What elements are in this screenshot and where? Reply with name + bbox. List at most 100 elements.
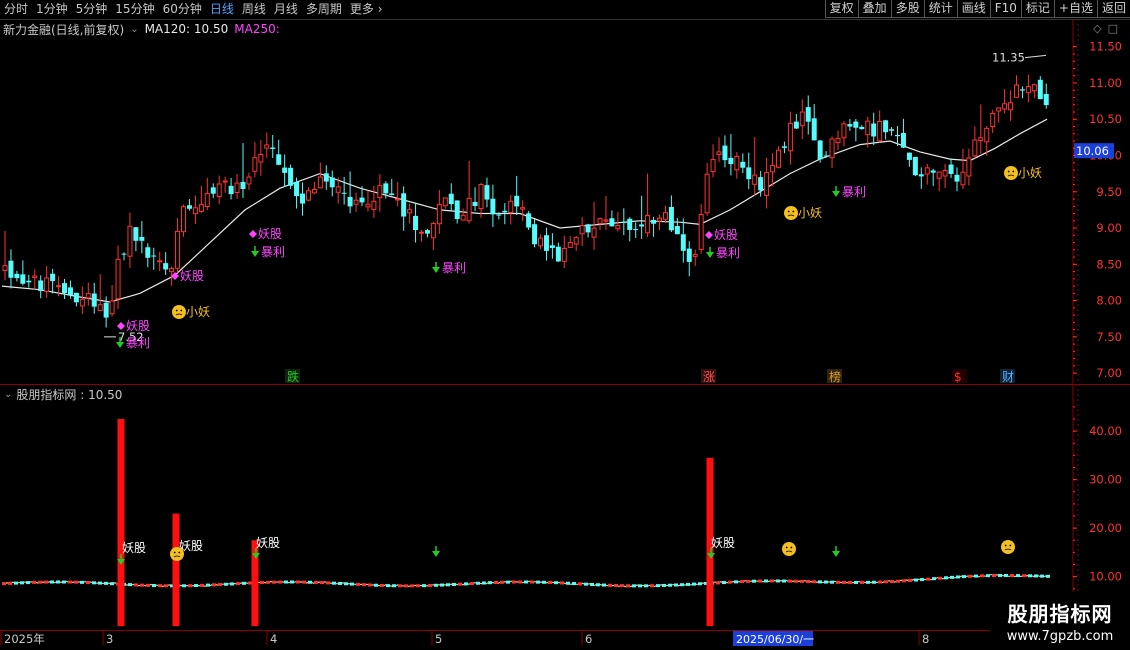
chevron-down-icon[interactable]: ⌄ — [0, 389, 16, 400]
candle-body — [97, 304, 103, 312]
toolbar-button[interactable]: +自选 — [1053, 0, 1097, 18]
period-tab[interactable]: 5分钟 — [72, 0, 112, 19]
baoli-label: 暴利 — [716, 246, 740, 260]
indicator-tick — [1010, 573, 1014, 577]
period-tab[interactable]: 多周期 — [302, 0, 346, 19]
candle-body — [847, 124, 853, 127]
smiley-eye — [790, 546, 793, 549]
price-tick-label: 7.00 — [1096, 366, 1122, 380]
indicator-tick — [410, 584, 414, 588]
candle-body — [877, 121, 883, 142]
indicator-tick — [650, 584, 654, 588]
candle-body — [163, 263, 169, 270]
candle-body — [85, 293, 91, 299]
candle-body — [972, 139, 978, 157]
toolbar-button[interactable]: 多股 — [890, 0, 924, 18]
period-tab[interactable]: 更多 › — [346, 0, 387, 19]
indicator-tick — [674, 583, 678, 587]
candle-body — [228, 185, 234, 195]
indicator-tick — [74, 580, 78, 584]
period-tab[interactable]: 分时 — [0, 0, 32, 19]
toolbar-button[interactable]: 叠加 — [857, 0, 891, 18]
smiley-eye — [178, 551, 181, 554]
chevron-down-icon[interactable]: ⌄ — [124, 24, 144, 35]
symbol-title[interactable]: 新力金融(日线,前复权) — [0, 21, 124, 38]
price-tick-label: 10.50 — [1089, 112, 1122, 126]
indicator-tick — [158, 584, 162, 588]
candle-body — [252, 157, 258, 172]
indicator-tick — [926, 577, 930, 581]
candle-body — [181, 206, 186, 233]
period-tab[interactable]: 1分钟 — [32, 0, 72, 19]
baoli-label: 暴利 — [842, 185, 866, 199]
indicator-tick — [668, 583, 672, 587]
candle-body — [805, 107, 811, 122]
candle-body — [62, 283, 67, 294]
candle-body — [633, 229, 639, 231]
toolbar-button[interactable]: 统计 — [923, 0, 957, 18]
indicator-info-bar: ⌄ 股朋指标网 : 10.50 — [0, 386, 122, 402]
candle-body — [67, 287, 73, 295]
candle-body — [912, 156, 918, 176]
candle-body — [371, 200, 377, 210]
indicator-tick — [620, 584, 624, 588]
indicator-tick — [32, 580, 36, 584]
candle-body — [133, 227, 139, 241]
indicator-tick — [782, 579, 786, 583]
smiley-eye — [1004, 544, 1007, 547]
indicator-tick — [944, 576, 948, 580]
period-tab[interactable]: 周线 — [238, 0, 270, 19]
toolbar-button[interactable]: 画线 — [956, 0, 990, 18]
ind-tick-label: 10.00 — [1089, 570, 1122, 584]
candle-body — [603, 219, 609, 222]
smiley-eye — [173, 551, 176, 554]
indicator-tick — [884, 580, 888, 584]
yaogu-label: 妖股 — [714, 228, 738, 242]
indicator-spike-bar — [172, 513, 180, 627]
candle-body — [26, 280, 32, 283]
period-tab[interactable]: 月线 — [270, 0, 302, 19]
candle-body — [984, 127, 990, 143]
candle-body — [1037, 79, 1043, 100]
period-tab[interactable]: 60分钟 — [159, 0, 206, 19]
indicator-tick — [362, 583, 366, 587]
toolbar-button[interactable]: F10 — [989, 0, 1021, 18]
indicator-tick — [164, 584, 168, 588]
candle-body — [329, 177, 335, 188]
indicator-tick — [866, 580, 870, 584]
candle-body — [91, 293, 97, 307]
toolbar-button[interactable]: 返回 — [1096, 0, 1130, 18]
indicator-tick — [290, 580, 294, 584]
down-arrow-icon — [251, 251, 259, 257]
indicator-tick — [698, 582, 702, 586]
date-label: 2025年 — [4, 632, 45, 646]
indicator-tick — [758, 579, 762, 583]
period-tab[interactable]: 日线 — [206, 0, 238, 19]
indicator-tick — [1016, 574, 1020, 578]
indicator-name[interactable]: 股朋指标网 : 10.50 — [16, 386, 122, 403]
toolbar-button[interactable]: 复权 — [824, 0, 858, 18]
candle-body — [502, 210, 508, 213]
candle-body — [639, 224, 645, 227]
candle-body — [73, 292, 79, 303]
candle-body — [472, 201, 478, 206]
period-tab[interactable]: 15分钟 — [111, 0, 158, 19]
indicator-spike-bar — [117, 418, 125, 627]
chart-canvas[interactable]: 妖股妖股妖股妖股 11.5011.0010.5010.009.509.008.5… — [0, 0, 1130, 650]
candle-body — [240, 181, 246, 189]
candle-body — [56, 285, 62, 288]
indicator-tick — [506, 580, 510, 584]
indicator-tick — [608, 583, 612, 587]
candle-body — [395, 198, 401, 201]
candle-body — [38, 280, 44, 291]
indicator-tick — [464, 582, 468, 586]
indicator-tick — [26, 581, 30, 585]
toolbar-button[interactable]: 标记 — [1020, 0, 1054, 18]
candle-body — [419, 231, 424, 234]
indicator-tick — [1022, 574, 1026, 578]
panel-corner-icons[interactable]: ◇□ — [1093, 22, 1124, 35]
indicator-tick — [212, 583, 216, 587]
date-label: 3 — [106, 632, 113, 646]
candle-body — [145, 247, 151, 258]
indicator-tick — [230, 582, 234, 586]
